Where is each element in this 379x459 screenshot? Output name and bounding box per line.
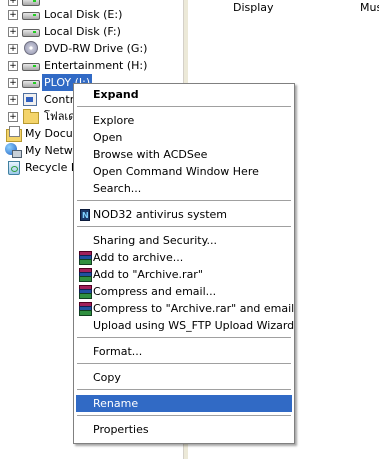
tree-item-label: Local Disk (F:) (44, 25, 121, 38)
winrar-icon (78, 251, 92, 265)
expand-icon[interactable]: + (8, 78, 18, 88)
menu-item-add-to-archive[interactable]: Add to archive... (76, 249, 292, 266)
menu-item-label: Add to "Archive.rar" (93, 268, 203, 281)
expand-icon[interactable]: + (8, 27, 18, 37)
menu-item-add-to-archive-rar[interactable]: Add to "Archive.rar" (76, 266, 292, 283)
hard-disk-icon (22, 7, 40, 21)
expand-icon[interactable]: + (8, 112, 18, 122)
menu-item-label: Search... (93, 182, 142, 195)
winrar-icon (78, 285, 92, 299)
tree-item-label: DVD-RW Drive (G:) (44, 42, 148, 55)
menu-item-format[interactable]: Format... (76, 343, 292, 360)
expand-icon[interactable]: + (8, 44, 18, 54)
menu-item-label: Add to archive... (93, 251, 184, 264)
column-header-music[interactable]: Mus (360, 1, 379, 14)
menu-separator (77, 415, 291, 416)
menu-separator (77, 226, 291, 227)
menu-separator (77, 106, 291, 107)
menu-item-properties[interactable]: Properties (76, 421, 292, 438)
menu-item-label: Browse with ACDSee (93, 148, 208, 161)
menu-item-label: Expand (93, 88, 139, 101)
expand-icon[interactable]: + (8, 61, 18, 71)
winrar-icon (78, 302, 92, 316)
hard-disk-icon (22, 24, 40, 38)
menu-item-open-command-window[interactable]: Open Command Window Here (76, 163, 292, 180)
menu-item-open[interactable]: Open (76, 129, 292, 146)
menu-item-expand[interactable]: Expand (76, 86, 292, 103)
control-panel-icon (22, 92, 38, 106)
expand-icon[interactable]: + (8, 95, 18, 105)
context-menu: Expand Explore Open Browse with ACDSee O… (73, 83, 295, 444)
expand-icon[interactable]: + (8, 0, 18, 6)
tree-item-label: Local Disk (E:) (44, 8, 123, 21)
menu-item-copy[interactable]: Copy (76, 369, 292, 386)
menu-item-label: Open (93, 131, 123, 144)
menu-item-nod32[interactable]: NOD32 antivirus system (76, 206, 292, 224)
menu-item-label: Compress to "Archive.rar" and email (93, 302, 295, 315)
menu-item-rename[interactable]: Rename (76, 395, 292, 412)
menu-item-label: Upload using WS_FTP Upload Wizard (93, 319, 295, 332)
menu-item-upload-ws-ftp[interactable]: Upload using WS_FTP Upload Wizard (76, 317, 295, 334)
menu-item-label: Sharing and Security... (93, 234, 218, 247)
menu-item-explore[interactable]: Explore (76, 112, 292, 129)
dvd-drive-icon (22, 41, 38, 55)
menu-item-compress-archive-email[interactable]: Compress to "Archive.rar" and email (76, 300, 295, 317)
menu-item-compress-email[interactable]: Compress and email... (76, 283, 292, 300)
menu-separator (77, 337, 291, 338)
menu-item-label: Rename (93, 397, 139, 410)
menu-item-label: Explore (93, 114, 135, 127)
expand-icon[interactable]: + (8, 10, 18, 20)
hard-disk-icon (22, 0, 40, 7)
menu-item-browse-acdsee[interactable]: Browse with ACDSee (76, 146, 292, 163)
menu-item-label: Copy (93, 371, 121, 384)
menu-separator (77, 363, 291, 364)
menu-separator (77, 200, 291, 201)
column-header-display[interactable]: Display (233, 1, 274, 14)
menu-item-label: Format... (93, 345, 143, 358)
my-documents-icon (5, 126, 22, 142)
removable-disk-icon (22, 75, 40, 89)
nod32-icon (78, 207, 91, 224)
recycle-bin-icon (5, 160, 21, 175)
menu-separator (77, 389, 291, 390)
menu-item-label: Properties (93, 423, 149, 436)
menu-item-sharing-security[interactable]: Sharing and Security... (76, 232, 292, 249)
my-network-icon (5, 143, 22, 158)
hard-disk-icon (22, 58, 40, 72)
menu-item-search[interactable]: Search... (76, 180, 292, 197)
menu-item-label: NOD32 antivirus system (93, 208, 227, 221)
menu-item-label: Compress and email... (93, 285, 217, 298)
shared-folder-icon (22, 109, 39, 124)
menu-item-label: Open Command Window Here (93, 165, 259, 178)
tree-item-label: Entertainment (H:) (44, 59, 148, 72)
winrar-icon (78, 268, 92, 282)
